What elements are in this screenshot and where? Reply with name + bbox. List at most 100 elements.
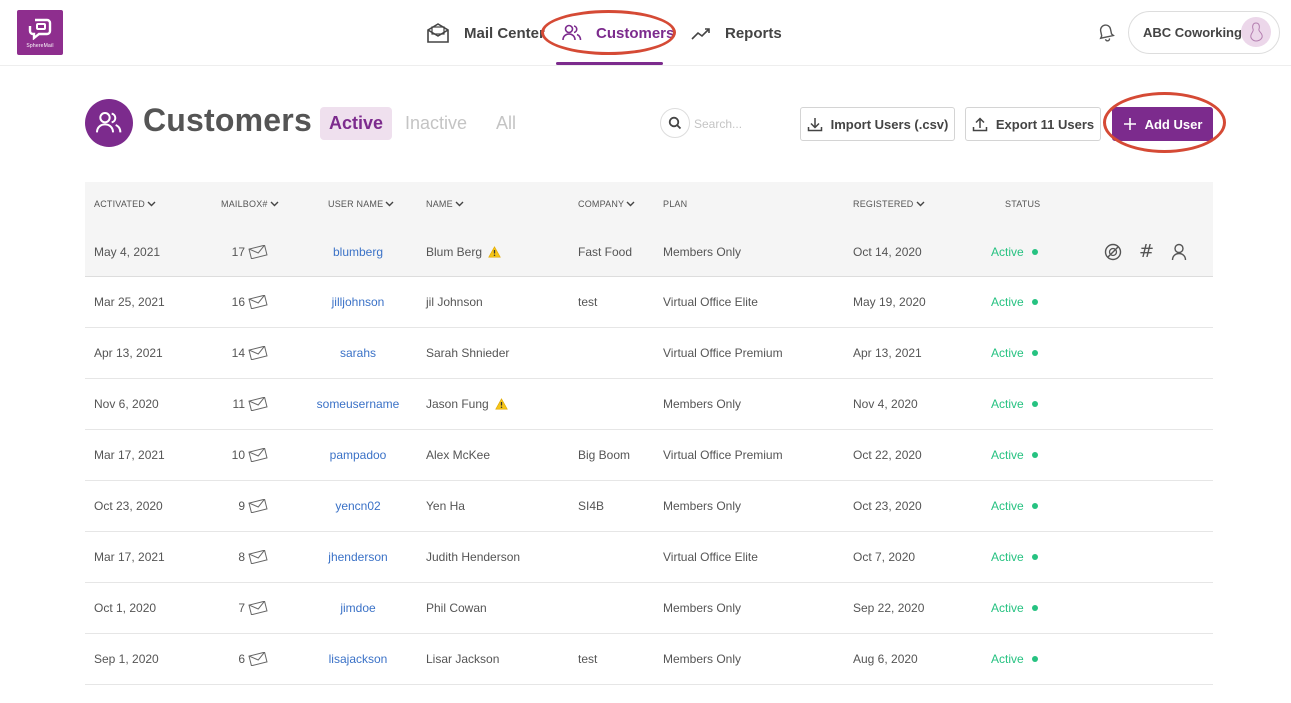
envelope-icon: [248, 652, 268, 666]
export-users-button[interactable]: Export 11 Users: [965, 107, 1101, 141]
row-actions: #: [1104, 227, 1187, 276]
plan: Virtual Office Elite: [663, 550, 758, 564]
customer-name-text: Jason Fung: [426, 397, 489, 411]
status-dot: [1031, 401, 1038, 407]
header-activated[interactable]: ACTIVATED: [94, 199, 156, 209]
customer-name: Lisar Jackson: [426, 634, 499, 684]
registered-date: Apr 13, 2021: [853, 346, 922, 360]
status-dot: [1031, 605, 1038, 611]
activated-date: Oct 23, 2020: [94, 499, 163, 513]
username-link[interactable]: yencn02: [308, 481, 408, 531]
mailbox-number: 6: [221, 634, 268, 684]
activated-date: Apr 13, 2021: [94, 346, 163, 360]
status-badge: Active: [991, 532, 1038, 582]
avatar: [1241, 17, 1271, 47]
highlight-oval: [541, 10, 676, 55]
status-badge: Active: [991, 328, 1038, 378]
header-registered[interactable]: REGISTERED: [853, 199, 925, 209]
username-link[interactable]: jilljohnson: [308, 277, 408, 327]
header-mailbox[interactable]: MAILBOX#: [221, 199, 279, 209]
envelope-icon: [248, 244, 268, 259]
tab-all[interactable]: All: [487, 107, 525, 140]
username-link[interactable]: lisajackson: [308, 634, 408, 684]
search-icon[interactable]: [660, 108, 690, 138]
mailbox-value: 10: [231, 448, 245, 462]
mailbox-number: 14: [221, 328, 268, 378]
activated-date: Mar 17, 2021: [94, 550, 165, 564]
mailbox-number: 10: [221, 430, 268, 480]
envelope-icon: [248, 601, 268, 615]
status-text: Active: [991, 550, 1024, 564]
header-username[interactable]: USER NAME: [328, 199, 394, 209]
status-badge: Active: [991, 430, 1038, 480]
chevron-down-icon: [147, 201, 156, 207]
plan: Members Only: [663, 499, 742, 513]
customer-name-text: Sarah Shnieder: [426, 346, 510, 360]
status-dot: [1031, 452, 1038, 458]
table-row[interactable]: Apr 13, 2021 14 sarahs Sarah Shnieder Virtua…: [85, 328, 1213, 379]
plan: Members Only: [663, 244, 742, 259]
top-nav-bar: SphereMail Mail Center Customers Reports: [0, 0, 1291, 66]
tab-active[interactable]: Active: [320, 107, 393, 140]
status-badge: Active: [991, 379, 1038, 429]
header-company[interactable]: COMPANY: [578, 199, 635, 209]
account-switcher[interactable]: ABC Coworking: [1128, 11, 1280, 54]
username-link[interactable]: jimdoe: [308, 583, 408, 633]
company: test: [578, 652, 598, 666]
registered-date: Aug 6, 2020: [853, 652, 918, 666]
mailbox-value: 14: [231, 346, 245, 360]
customer-name-text: Alex McKee: [426, 448, 491, 462]
customer-name: Blum Berg: [426, 227, 501, 276]
table-row[interactable]: Mar 17, 2021 8 jhenderson Judith Henderson V…: [85, 532, 1213, 583]
account-name: ABC Coworking: [1143, 25, 1242, 40]
username-link[interactable]: someusername: [308, 379, 408, 429]
envelope-icon: [248, 295, 268, 309]
highlight-oval: [1103, 92, 1226, 153]
tab-inactive[interactable]: Inactive: [396, 107, 476, 140]
registered-date: Oct 7, 2020: [853, 550, 916, 564]
table-row[interactable]: May 4, 2021 17 blumberg Blum Berg Fast Food M…: [85, 227, 1213, 277]
username-link[interactable]: pampadoo: [308, 430, 408, 480]
mailbox-value: 9: [238, 499, 245, 513]
table-row[interactable]: Sep 1, 2020 6 lisajackson Lisar Jackson test…: [85, 634, 1213, 685]
search-input[interactable]: [694, 113, 784, 135]
status-text: Active: [991, 499, 1024, 513]
warning-icon: [488, 245, 501, 257]
disable-icon[interactable]: [1104, 243, 1122, 261]
status-text: Active: [991, 295, 1024, 309]
table-row[interactable]: Oct 1, 2020 7 jimdoe Phil Cowan Members Only…: [85, 583, 1213, 634]
header-plan: PLAN: [663, 199, 688, 209]
nav-mail-center[interactable]: Mail Center: [426, 0, 545, 66]
spheremail-logo[interactable]: SphereMail: [17, 10, 63, 55]
warning-icon: [494, 398, 508, 410]
plan: Members Only: [663, 397, 742, 411]
table-row[interactable]: Mar 17, 2021 10 pampadoo Alex McKee Big Boom…: [85, 430, 1213, 481]
status-dot: [1031, 350, 1038, 356]
mailbox-number-icon[interactable]: #: [1139, 242, 1154, 261]
import-users-button[interactable]: Import Users (.csv): [800, 107, 955, 141]
status-dot: [1031, 503, 1038, 509]
notification-bell-icon[interactable]: [1097, 22, 1115, 47]
header-name[interactable]: NAME: [426, 199, 464, 209]
username-link[interactable]: sarahs: [308, 328, 408, 378]
status-badge: Active: [991, 634, 1038, 684]
username-link[interactable]: blumberg: [308, 227, 408, 276]
nav-label: Reports: [725, 24, 782, 42]
nav-reports[interactable]: Reports: [691, 0, 782, 66]
table-row[interactable]: Mar 25, 2021 16 jilljohnson jil Johnson test…: [85, 277, 1213, 328]
avatar-figure-icon: [1250, 22, 1263, 42]
status-text: Active: [991, 346, 1024, 360]
download-icon: [807, 117, 822, 131]
username-link[interactable]: jhenderson: [308, 532, 408, 582]
table-row[interactable]: Nov 6, 2020 11 someusername Jason Fung Membe…: [85, 379, 1213, 430]
table-row[interactable]: Oct 23, 2020 9 yencn02 Yen Ha SI4B Members On…: [85, 481, 1213, 532]
registered-date: Oct 22, 2020: [853, 448, 922, 462]
company: SI4B: [578, 499, 605, 513]
status-text: Active: [991, 652, 1024, 666]
user-profile-icon[interactable]: [1171, 243, 1187, 261]
nav-label: Mail Center: [464, 24, 545, 42]
activated-date: Nov 6, 2020: [94, 397, 159, 411]
status-dot: [1031, 656, 1038, 662]
registered-date: Oct 14, 2020: [853, 244, 922, 259]
plan: Members Only: [663, 601, 742, 615]
